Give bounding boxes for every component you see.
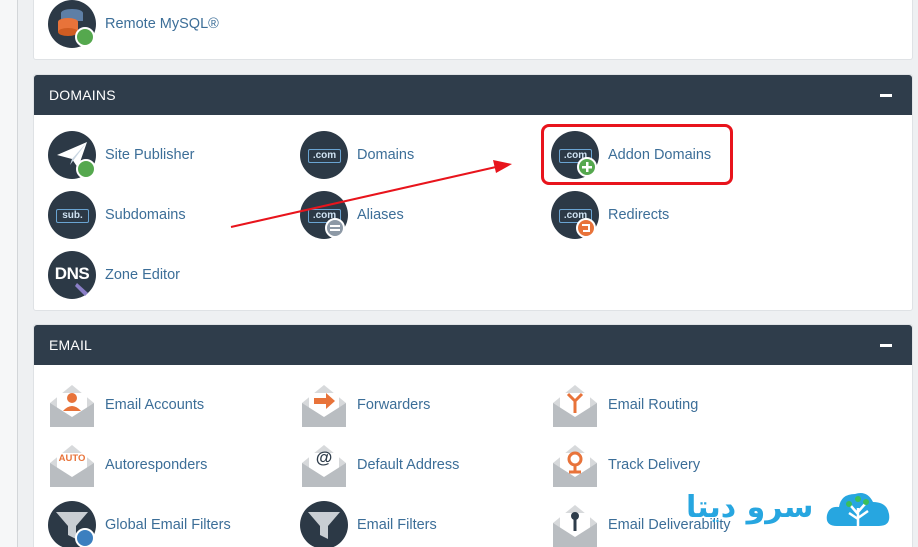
envelope-key-icon [551, 501, 599, 547]
domains-panel-header[interactable]: DOMAINS [34, 75, 912, 115]
subdomains-link[interactable]: sub. Subdomains [48, 190, 186, 240]
email-filters-link[interactable]: Email Filters [300, 500, 437, 547]
collapse-minus-icon[interactable] [880, 343, 892, 347]
email-accounts-label: Email Accounts [105, 397, 205, 413]
zone-editor-label: Zone Editor [105, 267, 180, 283]
envelope-routing-icon [551, 381, 599, 429]
sarv-data-watermark: سرو دیتا [686, 482, 895, 532]
dot-com-redirect-icon: .com [551, 191, 599, 239]
paper-plane-icon [48, 131, 96, 179]
zone-editor-link[interactable]: DNS Zone Editor [48, 250, 180, 300]
subdomain-icon: sub. [48, 191, 96, 239]
autoresponders-link[interactable]: AUTO Autoresponders [48, 440, 207, 490]
remote-mysql-icon [48, 0, 96, 48]
envelope-person-icon [48, 381, 96, 429]
envelope-auto-icon: AUTO [48, 441, 96, 489]
domains-panel: DOMAINS Site Publisher .com Domains .com [33, 74, 913, 311]
track-delivery-label: Track Delivery [608, 457, 701, 473]
global-email-filters-link[interactable]: Global Email Filters [48, 500, 231, 547]
watermark-text: سرو دیتا [686, 489, 814, 525]
redirects-link[interactable]: .com Redirects [551, 190, 669, 240]
global-email-filters-label: Global Email Filters [105, 517, 231, 533]
autoresponders-label: Autoresponders [105, 457, 208, 473]
cloud-tree-logo-icon [827, 493, 890, 526]
domains-label: Domains [357, 147, 415, 163]
track-delivery-link[interactable]: Track Delivery [551, 440, 700, 490]
redirects-label: Redirects [608, 207, 670, 223]
email-panel-title: EMAIL [49, 337, 93, 353]
default-address-label: Default Address [357, 457, 460, 473]
remote-mysql-link[interactable]: Remote MySQL® [48, 0, 219, 49]
dot-com-icon: .com [300, 131, 348, 179]
aliases-label: Aliases [357, 207, 404, 223]
email-accounts-link[interactable]: Email Accounts [48, 380, 204, 430]
email-routing-link[interactable]: Email Routing [551, 380, 698, 430]
envelope-arrow-icon [300, 381, 348, 429]
email-filters-label: Email Filters [357, 517, 437, 533]
collapse-minus-icon[interactable] [880, 93, 892, 97]
dns-icon: DNS [48, 251, 96, 299]
site-publisher-link[interactable]: Site Publisher [48, 130, 194, 180]
remote-mysql-label: Remote MySQL® [105, 16, 219, 32]
site-publisher-label: Site Publisher [105, 147, 195, 163]
forwarders-label: Forwarders [357, 397, 431, 413]
domains-panel-title: DOMAINS [49, 87, 116, 103]
aliases-link[interactable]: .com Aliases [300, 190, 404, 240]
envelope-pin-icon [551, 441, 599, 489]
forwarders-link[interactable]: Forwarders [300, 380, 430, 430]
databases-panel: Remote MySQL® [33, 0, 913, 60]
addon-domains-highlight-box [541, 124, 733, 185]
dot-com-equals-icon: .com [300, 191, 348, 239]
left-sidebar-edge [0, 0, 18, 547]
funnel-icon [300, 501, 348, 547]
subdomains-label: Subdomains [105, 207, 186, 223]
email-panel-header[interactable]: EMAIL [34, 325, 912, 365]
envelope-at-icon: @ [300, 441, 348, 489]
funnel-globe-icon [48, 501, 96, 547]
email-routing-label: Email Routing [608, 397, 699, 413]
domains-link[interactable]: .com Domains [300, 130, 414, 180]
default-address-link[interactable]: @ Default Address [300, 440, 459, 490]
